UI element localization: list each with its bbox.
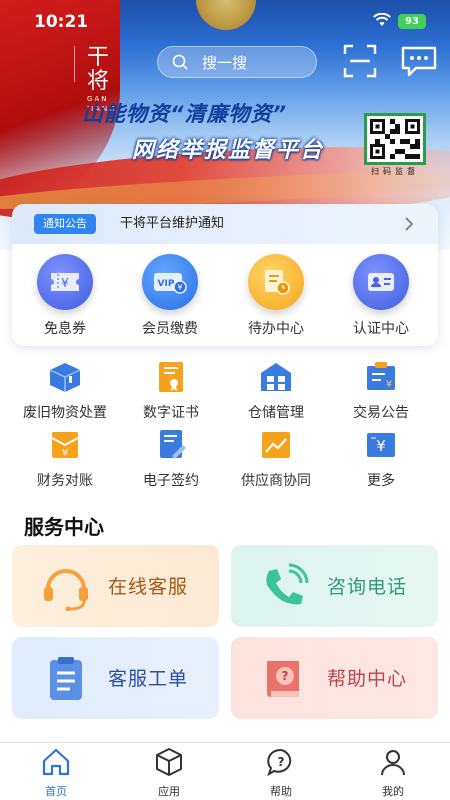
vip-card-icon: VIP ¥ — [142, 254, 198, 310]
chevron-right-icon — [404, 212, 414, 237]
qr-caption: 扫码监督 — [371, 167, 419, 176]
quick-label: 待办中心 — [248, 321, 304, 337]
grid-item-trade-announcement[interactable]: ¥ 交易公告 — [331, 360, 431, 421]
qr-code-icon — [364, 113, 426, 165]
grid-label: 电子签约 — [143, 473, 199, 489]
message-icon[interactable] — [400, 44, 438, 78]
headset-icon — [44, 569, 88, 611]
grid-item-certificate[interactable]: 数字证书 — [121, 360, 221, 421]
grid-item-more[interactable]: ¥ 更多 — [331, 428, 431, 489]
grid-label: 数字证书 — [143, 405, 199, 421]
grid-item-scrap-disposal[interactable]: 废旧物资处置 — [15, 360, 115, 421]
tab-help[interactable]: ? 帮助 — [251, 747, 311, 799]
service-ticket-button[interactable]: 客服工单 — [12, 637, 219, 719]
svg-text:¥: ¥ — [386, 379, 392, 390]
quick-item-auth[interactable]: 认证中心 — [336, 254, 426, 340]
service-label: 客服工单 — [108, 668, 189, 690]
svg-text:?: ? — [278, 755, 285, 769]
svg-text:¥: ¥ — [177, 283, 182, 292]
box-icon — [49, 363, 81, 392]
grid-item-warehouse[interactable]: 仓储管理 — [226, 360, 326, 421]
grid-label: 交易公告 — [353, 405, 409, 421]
scan-icon[interactable] — [343, 44, 377, 78]
svg-text:¥: ¥ — [61, 276, 69, 290]
grid-label: 仓储管理 — [248, 405, 304, 421]
banner-subtitle: 网络举报监督平台 — [132, 138, 325, 163]
app-screen: 10:21 93 干将 GAN JIANG 搜一搜 山能物资“清廉物资” 网络举… — [0, 0, 450, 800]
tab-home[interactable]: 首页 — [26, 747, 86, 799]
tab-profile[interactable]: 我的 — [363, 747, 423, 799]
search-input[interactable]: 搜一搜 — [157, 46, 317, 78]
grid-label: 更多 — [367, 473, 395, 489]
help-icon: ? — [267, 748, 292, 777]
search-icon — [172, 54, 188, 70]
tab-apps[interactable]: 应用 — [139, 747, 199, 799]
finance-icon: ¥ — [51, 432, 79, 459]
service-label: 帮助中心 — [327, 668, 408, 690]
quick-label: 会员缴费 — [142, 321, 198, 337]
grid-item-finance[interactable]: ¥ 财务对账 — [15, 428, 115, 489]
service-label: 在线客服 — [108, 576, 189, 598]
app-logo: 干将 GAN JIANG — [74, 46, 134, 113]
notice-bar[interactable]: 通知公告 干将平台维护通知 — [12, 204, 438, 244]
hotline-button[interactable]: 咨询电话 — [231, 545, 438, 627]
phone-icon — [266, 563, 309, 605]
tab-label: 应用 — [158, 785, 180, 798]
clipboard-icon — [50, 657, 82, 700]
announcement-icon: ¥ — [367, 362, 395, 390]
service-label: 咨询电话 — [327, 576, 408, 598]
chart-icon — [262, 432, 290, 458]
bottom-tab-bar: 首页 应用 ? 帮助 我的 — [0, 742, 450, 800]
certificate-icon — [159, 362, 183, 392]
quick-label: 免息券 — [44, 321, 86, 337]
more-icon: ¥ — [367, 433, 395, 457]
quick-item-vip[interactable]: VIP ¥ 会员缴费 — [125, 254, 215, 340]
status-time: 10:21 — [34, 12, 89, 32]
wifi-icon — [373, 12, 391, 31]
cube-icon — [156, 748, 182, 776]
online-service-button[interactable]: 在线客服 — [12, 545, 219, 627]
quick-item-todo[interactable]: 待办中心 — [231, 254, 321, 340]
grid-label: 废旧物资处置 — [23, 405, 107, 421]
battery-indicator: 93 — [398, 14, 426, 29]
service-center-title: 服务中心 — [24, 515, 104, 539]
svg-text:¥: ¥ — [376, 437, 386, 455]
quick-card: 通知公告 干将平台维护通知 ¥ 免息券 VIP ¥ 会员缴费 待办中心 认证中心 — [12, 204, 438, 346]
grid-item-supplier[interactable]: 供应商协同 — [226, 428, 326, 489]
help-book-icon: ? — [267, 661, 299, 697]
logo-text: 干将 — [87, 45, 112, 94]
home-icon — [42, 748, 70, 776]
banner-title: 山能物资“清廉物资” — [82, 102, 288, 126]
tab-label: 首页 — [45, 785, 67, 798]
grid-label: 供应商协同 — [241, 473, 311, 489]
quick-label: 认证中心 — [353, 321, 409, 337]
notice-text: 干将平台维护通知 — [120, 216, 225, 231]
tab-label: 帮助 — [270, 785, 292, 798]
status-bar: 10:21 93 — [0, 0, 450, 40]
coupon-icon: ¥ — [37, 254, 93, 310]
grid-item-e-sign[interactable]: 电子签约 — [121, 428, 221, 489]
help-center-button[interactable]: ? 帮助中心 — [231, 637, 438, 719]
grid-label: 财务对账 — [37, 473, 93, 489]
user-icon — [381, 750, 405, 776]
todo-clock-icon — [248, 254, 304, 310]
e-sign-icon — [160, 430, 186, 459]
quick-item-coupon[interactable]: ¥ 免息券 — [20, 254, 110, 340]
id-card-icon — [353, 254, 409, 310]
search-placeholder: 搜一搜 — [202, 53, 248, 72]
svg-text:VIP: VIP — [158, 279, 175, 289]
svg-text:?: ? — [282, 669, 289, 683]
notice-tag: 通知公告 — [34, 214, 96, 234]
tab-label: 我的 — [382, 785, 404, 798]
warehouse-icon — [261, 363, 291, 391]
svg-text:¥: ¥ — [62, 448, 68, 459]
